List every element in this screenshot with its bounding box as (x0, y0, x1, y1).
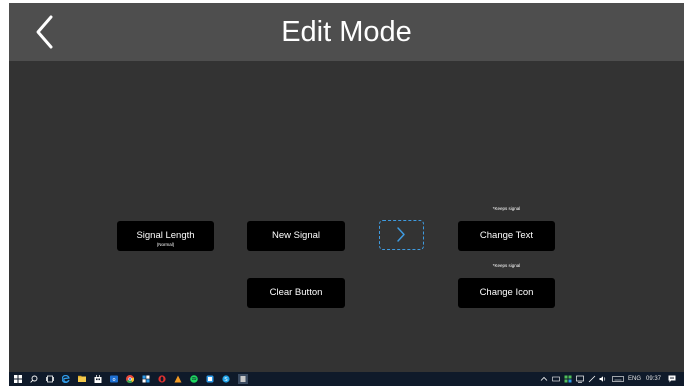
page-title: Edit Mode (281, 16, 412, 48)
mail-app-icon[interactable]: o (110, 375, 118, 383)
skype-icon[interactable]: S (222, 375, 230, 383)
opera-icon[interactable] (158, 375, 166, 383)
signal-length-label: Signal Length (136, 230, 195, 241)
new-signal-button[interactable]: New Signal (247, 221, 345, 251)
next-signal-slot[interactable] (379, 220, 424, 250)
language-indicator[interactable]: ENG (628, 374, 641, 384)
change-icon-label: Change Icon (479, 287, 534, 298)
clear-button[interactable]: Clear Button (247, 278, 345, 308)
app-tile-icon[interactable] (142, 375, 150, 383)
edge-browser-icon[interactable] (62, 375, 70, 383)
keyboard-icon[interactable] (612, 375, 624, 383)
volume-icon[interactable] (599, 375, 607, 383)
blue-app-icon[interactable] (206, 375, 214, 383)
change-text-label: Change Text (479, 230, 534, 241)
header-bar: Edit Mode (9, 3, 684, 61)
clock[interactable]: 09:37 (646, 374, 661, 384)
network-icon[interactable] (576, 375, 584, 383)
change-text-note: *Keeps signal (492, 206, 521, 211)
app-tray-icon[interactable] (564, 375, 572, 383)
notifications-icon[interactable] (668, 375, 676, 383)
change-icon-note: *Keeps signal (492, 263, 521, 268)
clear-button-label: Clear Button (269, 287, 323, 298)
change-text-button[interactable]: Change Text (458, 221, 555, 251)
signal-length-button[interactable]: Signal Length (Normal) (117, 221, 214, 251)
search-icon[interactable] (30, 375, 38, 383)
task-view-icon[interactable] (46, 375, 54, 383)
svg-text:S: S (224, 377, 228, 383)
change-icon-button[interactable]: Change Icon (458, 278, 555, 308)
active-app-icon[interactable] (238, 374, 248, 384)
keyboard-tray-icon[interactable] (552, 375, 560, 383)
svg-text:o: o (112, 377, 115, 383)
chevron-right-icon (397, 227, 405, 242)
new-signal-label: New Signal (271, 230, 321, 241)
chevron-up-icon[interactable] (540, 375, 548, 383)
store-icon[interactable] (94, 375, 102, 383)
chrome-icon[interactable] (126, 375, 134, 383)
signal-length-value: (Normal) (156, 242, 175, 247)
app-window: Edit Mode Signal Length (Normal) New Sig… (9, 3, 684, 386)
orange-app-icon[interactable] (174, 375, 182, 383)
file-explorer-icon[interactable] (78, 375, 86, 383)
spotify-icon[interactable] (190, 375, 198, 383)
taskbar: o S ENG 09:37 (9, 372, 684, 386)
pen-icon[interactable] (588, 375, 596, 383)
windows-start-icon[interactable] (14, 375, 22, 383)
